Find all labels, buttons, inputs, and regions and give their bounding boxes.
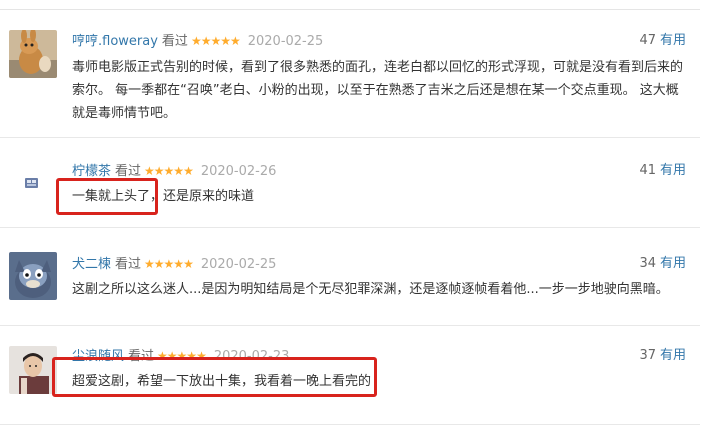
username-link[interactable]: 哼哼.floweray [72,34,158,49]
vote-area: 34 有用 [639,255,686,273]
vote-count: 37 [639,348,656,363]
avatar[interactable] [9,252,57,300]
useful-button[interactable]: 有用 [660,348,686,363]
avatar[interactable] [9,346,57,394]
watched-status: 看过 [115,257,142,272]
highlight-box [56,178,158,215]
review-meta: 犬二楝 看过 ★★★★★ 2020-02-25 [72,255,276,274]
review-date: 2020-02-25 [247,34,324,49]
vote-count: 47 [639,33,656,48]
review-content: 毒师电影版正式告别的时候，看到了很多熟悉的面孔，连老白都以回忆的形式浮现，可就是… [72,60,684,121]
useful-button[interactable]: 有用 [660,256,686,271]
review-date: 2020-02-25 [200,257,277,272]
useful-button[interactable]: 有用 [660,163,686,178]
review-item: 哼哼.floweray 看过 ★★★★★ 2020-02-25 47 有用 毒师电影版正… [0,10,700,138]
rating-stars: ★★★★★ [144,257,194,271]
review-item: 犬二楝 看过 ★★★★★ 2020-02-25 34 有用 这剧之所以这么迷人...是因… [0,228,700,326]
username-link[interactable]: 犬二楝 [72,257,111,272]
rating-stars: ★★★★★ [190,34,241,48]
username-link[interactable]: 柠檬茶 [72,164,111,179]
review-content: 这剧之所以这么迷人...是因为明知结局是个无尽犯罪深渊，还是逐帧逐帧看着他...… [72,282,669,297]
review-meta: 哼哼.floweray 看过 ★★★★★ 2020-02-25 [72,32,323,51]
vote-count: 41 [639,163,656,178]
vote-area: 47 有用 [639,32,686,50]
review-date: 2020-02-26 [200,164,277,179]
vote-area: 37 有用 [639,347,686,365]
watched-status: 看过 [161,34,188,49]
review-content: 一集就上头了，还是原来的味道 [72,189,255,204]
rating-stars: ★★★★★ [144,164,194,178]
watched-status: 看过 [115,164,142,179]
vote-area: 41 有用 [639,162,686,180]
useful-button[interactable]: 有用 [660,33,686,48]
highlight-box [52,357,377,397]
review-item: 尘浪随风 看过 ★★★★★ 2020-02-23 37 有用 超爱这剧，希望一下放出十集… [0,326,700,425]
vote-count: 34 [639,256,656,271]
review-item: 柠檬茶 看过 ★★★★★ 2020-02-26 41 有用 一集就上头了，还是原来的味道 [0,138,700,228]
avatar[interactable] [22,174,42,194]
avatar[interactable] [9,30,57,78]
